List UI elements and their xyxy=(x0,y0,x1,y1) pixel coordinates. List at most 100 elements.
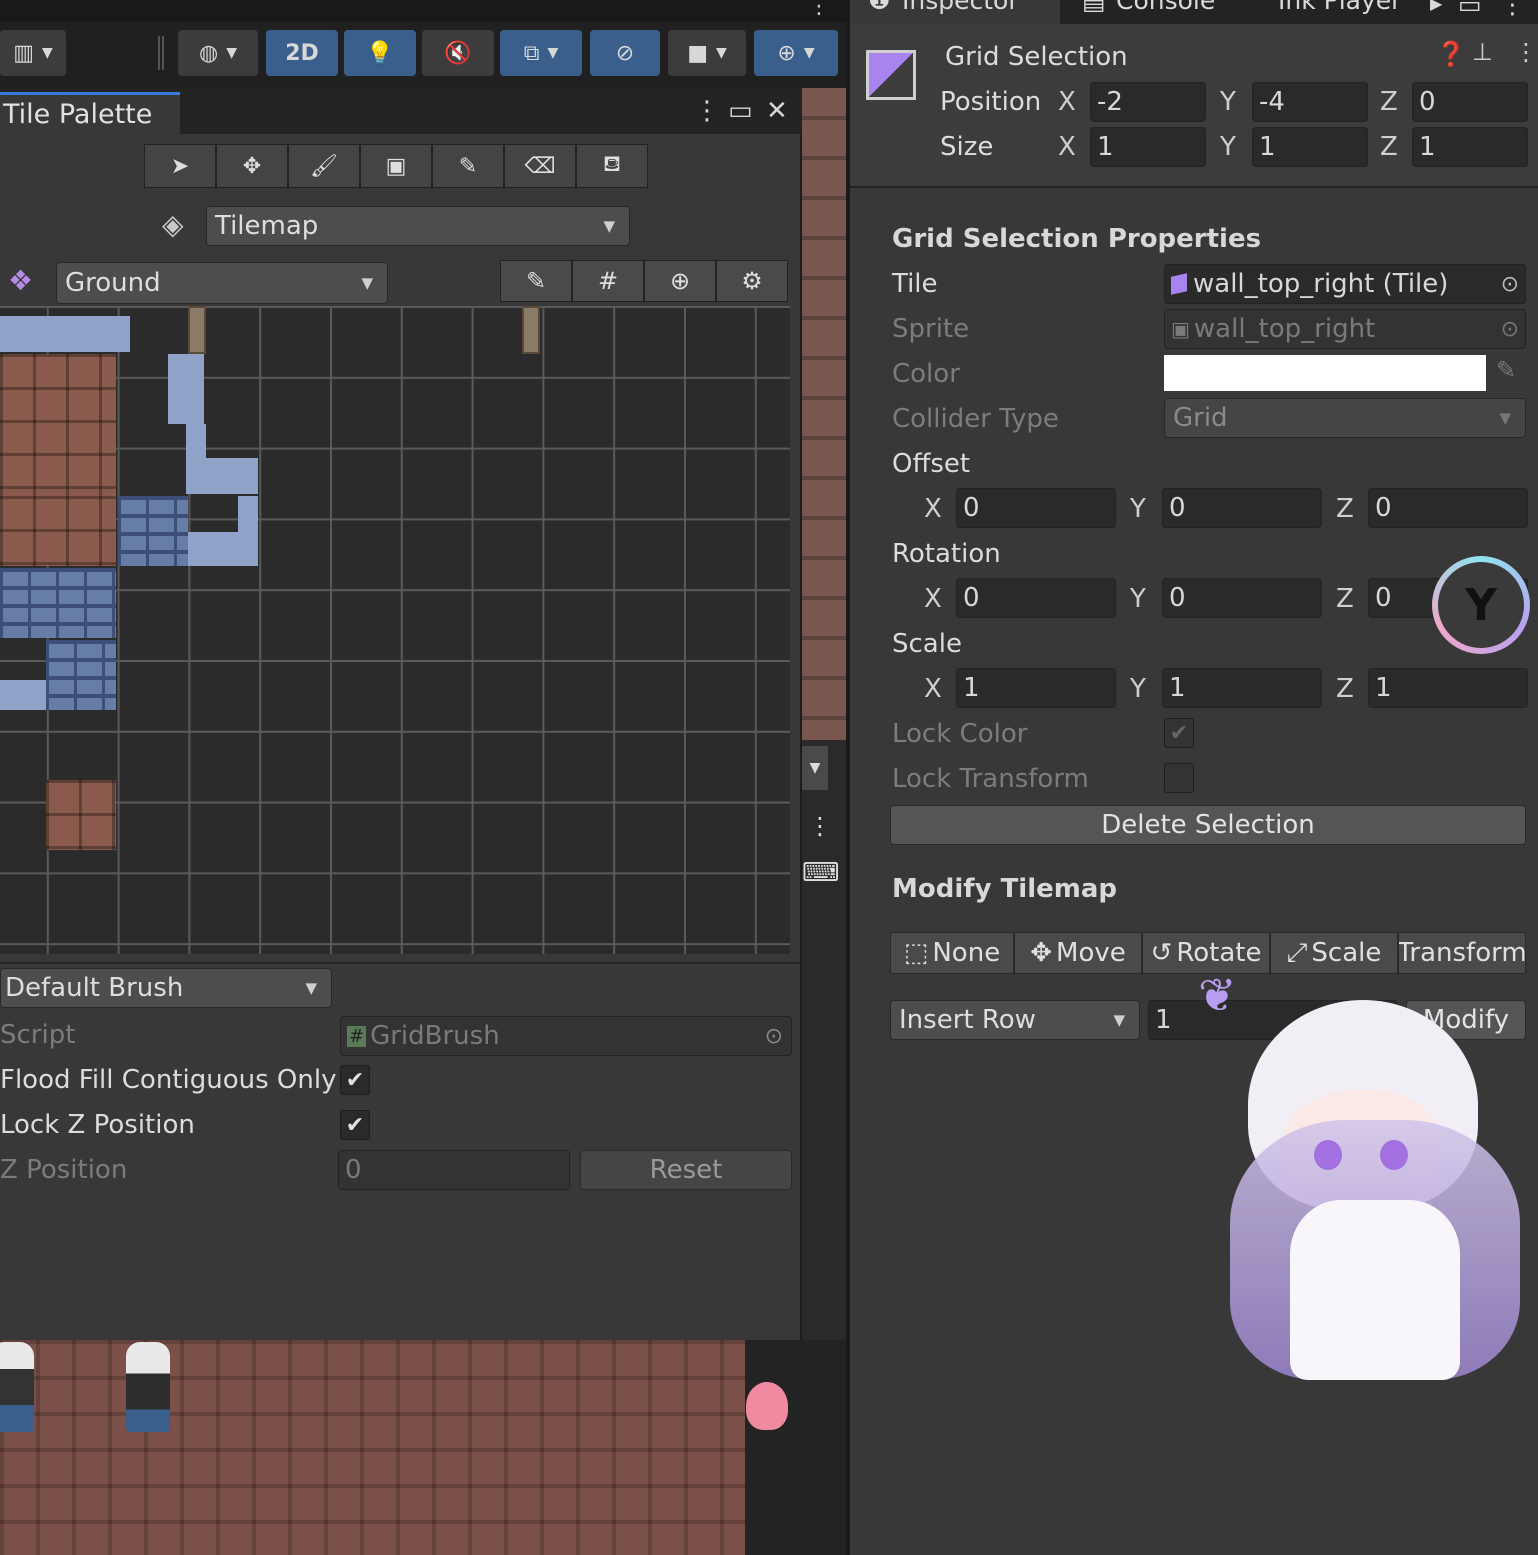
palette-tile[interactable] xyxy=(0,496,116,566)
palette-tile[interactable] xyxy=(46,640,116,710)
script-field[interactable]: # GridBrush ⊙ xyxy=(340,1016,792,1056)
scale-z-field[interactable]: 1 xyxy=(1368,668,1528,708)
scale-y-field[interactable]: 1 xyxy=(1162,668,1322,708)
more-options-icon[interactable]: ⋮ xyxy=(808,812,832,840)
insert-row-dropdown[interactable]: Insert Row ▼ xyxy=(890,1000,1140,1040)
select-tool-button[interactable]: ➤ xyxy=(144,144,216,188)
gizmo-grid-dropdown[interactable]: ▥ ▼ xyxy=(0,30,66,76)
lock-color-label: Lock Color xyxy=(892,719,1028,749)
rotation-y-field[interactable]: 0 xyxy=(1162,578,1322,618)
scale-x-field[interactable]: 1 xyxy=(956,668,1116,708)
object-picker-icon[interactable]: ⊙ xyxy=(765,1024,783,1049)
mode-move-button[interactable]: ✥ Move xyxy=(1014,932,1142,974)
offset-y-field[interactable]: 0 xyxy=(1162,488,1322,528)
mode-transform-button[interactable]: Transform xyxy=(1398,932,1526,974)
maximize-icon[interactable]: ▭ xyxy=(728,96,753,126)
keyboard-icon[interactable]: ⌨ xyxy=(802,858,840,888)
collider-type-dropdown[interactable]: Grid ▼ xyxy=(1164,398,1526,438)
scene-floor-tiles xyxy=(0,1340,745,1555)
edit-palette-button[interactable]: ✎ xyxy=(500,260,572,302)
presets-icon[interactable]: ⊥ xyxy=(1472,38,1493,66)
palette-tile[interactable] xyxy=(188,306,206,354)
assistant-logo-button[interactable]: Y xyxy=(1432,556,1530,654)
picker-tool-button[interactable]: ✎ xyxy=(432,144,504,188)
palette-tile[interactable] xyxy=(0,568,116,638)
palette-tile[interactable] xyxy=(188,458,258,494)
toggle-gizmos-button[interactable]: ⊕ xyxy=(644,260,716,302)
object-picker-icon[interactable]: ⊙ xyxy=(1501,317,1519,342)
flood-fill-checkbox[interactable]: ✔ xyxy=(340,1065,370,1095)
position-y-field[interactable]: -4 xyxy=(1252,82,1368,122)
size-z-field[interactable]: 1 xyxy=(1412,127,1528,167)
position-z-field[interactable]: 0 xyxy=(1412,82,1528,122)
offset-label: Offset xyxy=(892,449,971,479)
tab-console[interactable]: Console xyxy=(1116,0,1215,15)
color-swatch[interactable] xyxy=(1164,355,1486,391)
reset-button[interactable]: Reset xyxy=(580,1150,792,1190)
object-picker-icon[interactable]: ⊙ xyxy=(1501,272,1519,297)
toggle-grid-button[interactable]: # xyxy=(572,260,644,302)
eyedropper-icon[interactable]: ✎ xyxy=(1496,356,1516,384)
color-label: Color xyxy=(892,359,960,389)
palette-tile[interactable] xyxy=(0,680,46,710)
axis-y-label: Y xyxy=(1130,494,1146,524)
palette-tile-grid[interactable] xyxy=(0,306,790,954)
scene-side-dropdown[interactable]: ▼ xyxy=(802,746,828,790)
palette-tile[interactable] xyxy=(0,316,130,352)
size-x-field[interactable]: 1 xyxy=(1090,127,1206,167)
palette-tile[interactable] xyxy=(188,532,258,566)
visibility-toggle[interactable]: ⊘ xyxy=(590,30,660,76)
lock-transform-checkbox[interactable] xyxy=(1164,763,1194,793)
paint-tool-button[interactable]: 🖌 xyxy=(288,144,360,188)
help-icon[interactable]: ❓ xyxy=(1436,40,1466,68)
tab-ink-player[interactable]: Ink Player xyxy=(1278,0,1401,15)
sprite-value: wall_top_right xyxy=(1193,314,1376,344)
more-options-icon[interactable]: ⋮ xyxy=(694,96,720,126)
close-icon[interactable]: ✕ xyxy=(766,96,788,126)
brush-dropdown[interactable]: Default Brush ▼ xyxy=(0,968,332,1008)
axis-z-label: Z xyxy=(1336,494,1354,524)
active-tilemap-dropdown[interactable]: Tilemap ▼ xyxy=(206,206,630,246)
palette-tile[interactable] xyxy=(118,496,188,566)
offset-x-field[interactable]: 0 xyxy=(956,488,1116,528)
palette-tile[interactable] xyxy=(0,354,116,496)
grid-icon: # xyxy=(597,267,619,295)
render-mode-dropdown[interactable]: ◍ ▼ xyxy=(178,30,258,76)
offset-z-field[interactable]: 0 xyxy=(1368,488,1528,528)
palette-tile[interactable] xyxy=(168,354,204,424)
palette-dropdown[interactable]: Ground ▼ xyxy=(56,262,388,304)
lock-color-checkbox[interactable]: ✔ xyxy=(1164,718,1194,748)
tab-tile-palette[interactable]: Tile Palette xyxy=(0,92,180,134)
audio-mute-toggle[interactable]: 🔇 xyxy=(422,30,494,76)
effects-dropdown[interactable]: ⧉ ▼ xyxy=(500,30,582,76)
tab-overflow-arrow-icon[interactable]: ▶ xyxy=(1430,0,1442,13)
size-y-field[interactable]: 1 xyxy=(1252,127,1368,167)
lock-z-checkbox[interactable]: ✔ xyxy=(340,1110,370,1140)
gizmos-dropdown[interactable]: ⊕ ▼ xyxy=(754,30,838,76)
mode-none-button[interactable]: ⬚ None xyxy=(890,932,1014,974)
erase-tool-button[interactable]: ⌫ xyxy=(504,144,576,188)
palette-settings-button[interactable]: ⚙ xyxy=(716,260,788,302)
delete-selection-button[interactable]: Delete Selection xyxy=(890,805,1526,845)
fill-tool-button[interactable]: ⛾ xyxy=(576,144,648,188)
more-options-icon[interactable]: ⋮ xyxy=(1500,0,1525,19)
pencil-icon: ✎ xyxy=(525,267,547,295)
move-tool-button[interactable]: ✥ xyxy=(216,144,288,188)
mode-scale-button[interactable]: ⤢ Scale xyxy=(1270,932,1398,974)
palette-tile[interactable] xyxy=(522,306,540,354)
more-options-icon[interactable]: ⋮ xyxy=(808,0,830,19)
rotation-x-field[interactable]: 0 xyxy=(956,578,1116,618)
camera-dropdown[interactable]: ■ ▼ xyxy=(668,30,746,76)
maximize-icon[interactable]: ▭ xyxy=(1458,0,1482,19)
lighting-toggle[interactable]: 💡 xyxy=(344,30,416,76)
mode-2d-toggle[interactable]: 2D xyxy=(266,30,338,76)
position-x-field[interactable]: -2 xyxy=(1090,82,1206,122)
sprite-field[interactable]: ▣ wall_top_right ⊙ xyxy=(1164,309,1526,349)
palette-tile[interactable] xyxy=(238,496,258,536)
palette-tile[interactable] xyxy=(46,780,116,850)
box-fill-tool-button[interactable]: ▣ xyxy=(360,144,432,188)
more-options-icon[interactable]: ⋮ xyxy=(1514,38,1538,66)
axis-x-label: X xyxy=(924,674,942,704)
tile-field[interactable]: wall_top_right (Tile) ⊙ xyxy=(1164,264,1526,304)
z-position-field[interactable]: 0 xyxy=(338,1150,570,1190)
